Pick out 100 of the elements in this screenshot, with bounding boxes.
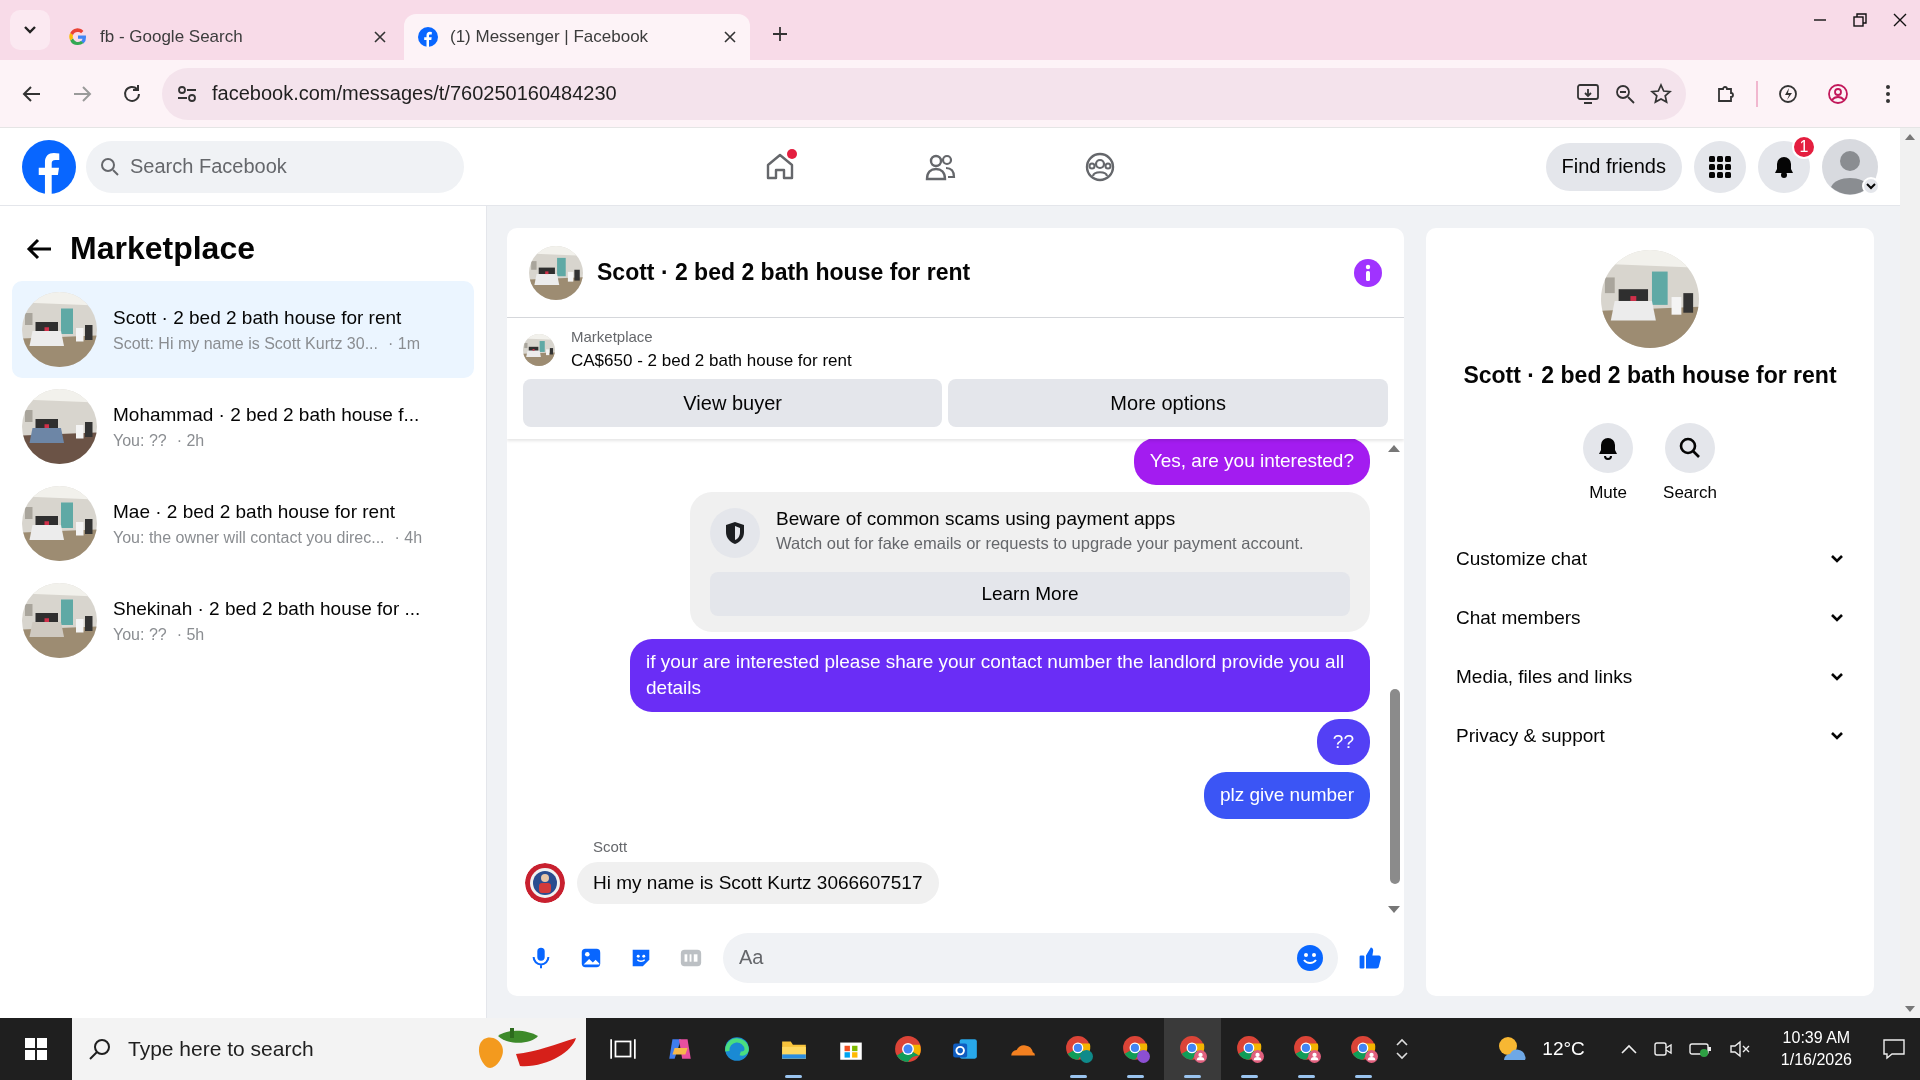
google-icon bbox=[68, 27, 88, 47]
search-icon bbox=[100, 156, 120, 177]
message-time: · 1m bbox=[388, 334, 420, 353]
chat-title: Scott · 2 bed 2 bath house for rent bbox=[597, 259, 972, 286]
message-time: · 5h bbox=[176, 625, 205, 644]
conversation-item[interactable]: Mae · 2 bed 2 bath house for rent You: the owner will contact you direc... · 4h bbox=[12, 475, 474, 572]
scroll-down-icon[interactable] bbox=[1905, 1006, 1915, 1012]
clock-time: 10:39 AM bbox=[1782, 1029, 1851, 1047]
page-scrollbar[interactable] bbox=[1900, 128, 1920, 1018]
chevron-up-icon[interactable] bbox=[1620, 1044, 1637, 1054]
scroll-thumb[interactable] bbox=[1390, 689, 1400, 884]
reload-icon[interactable] bbox=[121, 82, 143, 105]
taskbar-search-field[interactable]: Type here to search bbox=[72, 1018, 586, 1080]
groups-icon[interactable] bbox=[1084, 150, 1116, 183]
mute-icon[interactable] bbox=[1728, 1040, 1751, 1058]
action-label: Search bbox=[1663, 483, 1717, 503]
chrome-profile-icon[interactable] bbox=[1064, 1035, 1093, 1063]
info-icon[interactable] bbox=[1354, 258, 1382, 287]
message-bubble: if your are interested please share your contact number the landlord provide you all details bbox=[630, 638, 1370, 712]
windows-icon[interactable] bbox=[25, 1038, 47, 1060]
shield-icon bbox=[724, 520, 746, 545]
chevron-down-icon[interactable] bbox=[1830, 730, 1844, 741]
conversation-item[interactable]: Scott · 2 bed 2 bath house for rent Scott: Hi my name is Scott Kurtz 30... · 1m bbox=[12, 281, 474, 378]
conversation-item[interactable]: Mohammad · 2 bed 2 bath house f... You: ?? · 2h bbox=[12, 378, 474, 475]
message-preview: You: the owner will contact you direc... bbox=[113, 528, 385, 547]
close-icon[interactable] bbox=[374, 31, 386, 43]
back-arrow-icon[interactable] bbox=[26, 237, 52, 260]
menu-button[interactable] bbox=[1694, 140, 1746, 193]
message-bubble: Yes, are you interested? bbox=[1133, 439, 1370, 485]
scroll-up-icon[interactable] bbox=[1905, 134, 1915, 140]
section-header[interactable]: Privacy & support bbox=[1456, 724, 1605, 747]
facebook-logo[interactable] bbox=[22, 139, 76, 194]
message-time: · 4h bbox=[394, 528, 423, 547]
url-text: facebook.com/messages/t/760250160484230 bbox=[212, 82, 618, 105]
browser-icon[interactable] bbox=[722, 1035, 751, 1063]
browser-tab[interactable]: fb - Google Search bbox=[54, 14, 400, 60]
chevron-up-icon[interactable] bbox=[1396, 1038, 1408, 1046]
sender-name: Scott bbox=[593, 838, 629, 855]
chevron-down-icon[interactable] bbox=[1830, 553, 1844, 564]
taskbar-app-button[interactable] bbox=[1164, 1018, 1221, 1080]
search-icon bbox=[88, 1037, 112, 1061]
facebook-icon bbox=[418, 27, 438, 47]
search-button[interactable] bbox=[1665, 423, 1715, 473]
chevron-down-icon bbox=[23, 25, 37, 35]
close-icon[interactable] bbox=[1892, 12, 1908, 28]
chrome-profile-icon[interactable] bbox=[1292, 1035, 1321, 1063]
scroll-up-icon[interactable] bbox=[1388, 445, 1400, 452]
conversation-title: Shekinah · 2 bed 2 bath house for ... bbox=[113, 597, 421, 620]
notification-badge: 1 bbox=[1792, 134, 1816, 159]
message-bubble: Hi my name is Scott Kurtz 3066607517 bbox=[577, 862, 939, 904]
warning-text: Watch out for fake emails or requests to upgrade your payment account. bbox=[776, 533, 1304, 553]
emoji-icon[interactable] bbox=[1296, 943, 1324, 972]
section-header[interactable]: Media, files and links bbox=[1456, 665, 1633, 688]
zoom-out-icon[interactable] bbox=[1614, 82, 1636, 105]
bell-icon bbox=[1772, 154, 1796, 179]
find-friends-button[interactable]: Find friends bbox=[1545, 142, 1682, 191]
chevron-down-icon[interactable] bbox=[1830, 671, 1844, 682]
message-field[interactable]: Aa bbox=[723, 932, 1338, 983]
conversation-title: Mae · 2 bed 2 bath house for rent bbox=[113, 500, 396, 523]
temperature: 12°C bbox=[1542, 1038, 1585, 1060]
chrome-profile-icon[interactable] bbox=[1121, 1035, 1150, 1063]
restore-icon[interactable] bbox=[1852, 12, 1868, 28]
action-label: Mute bbox=[1589, 483, 1627, 503]
message-time: · 2h bbox=[176, 431, 205, 450]
learn-more-button[interactable]: Learn More bbox=[710, 571, 1350, 616]
message-bubble: ?? bbox=[1316, 718, 1370, 766]
scroll-down-icon[interactable] bbox=[1388, 906, 1400, 913]
search-field[interactable]: Search Facebook bbox=[86, 140, 464, 193]
notifications-icon[interactable] bbox=[1882, 1038, 1906, 1060]
grid-icon bbox=[1708, 154, 1732, 179]
warning-title: Beware of common scams using payment apps bbox=[776, 507, 1177, 530]
profile-icon[interactable] bbox=[1827, 82, 1849, 105]
browser-tab[interactable]: (1) Messenger | Facebook bbox=[404, 14, 750, 60]
chrome-profile-icon[interactable] bbox=[1349, 1035, 1378, 1063]
chrome-icon[interactable] bbox=[893, 1035, 922, 1063]
section-header[interactable]: Chat members bbox=[1456, 606, 1581, 629]
install-icon[interactable] bbox=[1576, 82, 1600, 105]
plus-icon bbox=[772, 26, 788, 42]
message-preview: Scott: Hi my name is Scott Kurtz 30... bbox=[113, 334, 378, 353]
action-button[interactable]: View buyer bbox=[523, 379, 943, 427]
battery-icon[interactable] bbox=[1688, 1040, 1713, 1058]
search-icon bbox=[1678, 436, 1702, 460]
section-header[interactable]: Customize chat bbox=[1456, 547, 1587, 570]
conversation-title: Scott · 2 bed 2 bath house for rent bbox=[113, 306, 403, 329]
close-icon[interactable] bbox=[724, 31, 736, 43]
address-bar[interactable]: facebook.com/messages/t/760250160484230 bbox=[162, 67, 1686, 120]
message-bubble: plz give number bbox=[1203, 772, 1370, 819]
camera-icon[interactable] bbox=[1652, 1039, 1673, 1059]
chrome-profile-icon[interactable] bbox=[1178, 1035, 1207, 1063]
conversation-item[interactable]: Shekinah · 2 bed 2 bath house for ... You: ?? · 5h bbox=[12, 572, 474, 669]
listing-title: CA$650 - 2 bed 2 bath house for rent bbox=[571, 351, 852, 371]
mute-button[interactable] bbox=[1583, 423, 1634, 473]
message-preview: You: ?? bbox=[113, 431, 167, 450]
chevron-down-icon[interactable] bbox=[1830, 612, 1844, 623]
action-button[interactable]: More options bbox=[948, 379, 1388, 427]
message-preview: You: ?? bbox=[113, 625, 167, 644]
star-icon[interactable] bbox=[1650, 82, 1672, 105]
performance-icon[interactable] bbox=[1777, 82, 1799, 105]
chrome-profile-icon[interactable] bbox=[1235, 1035, 1264, 1063]
conversation-title: Mohammad · 2 bed 2 bath house f... bbox=[113, 403, 420, 426]
